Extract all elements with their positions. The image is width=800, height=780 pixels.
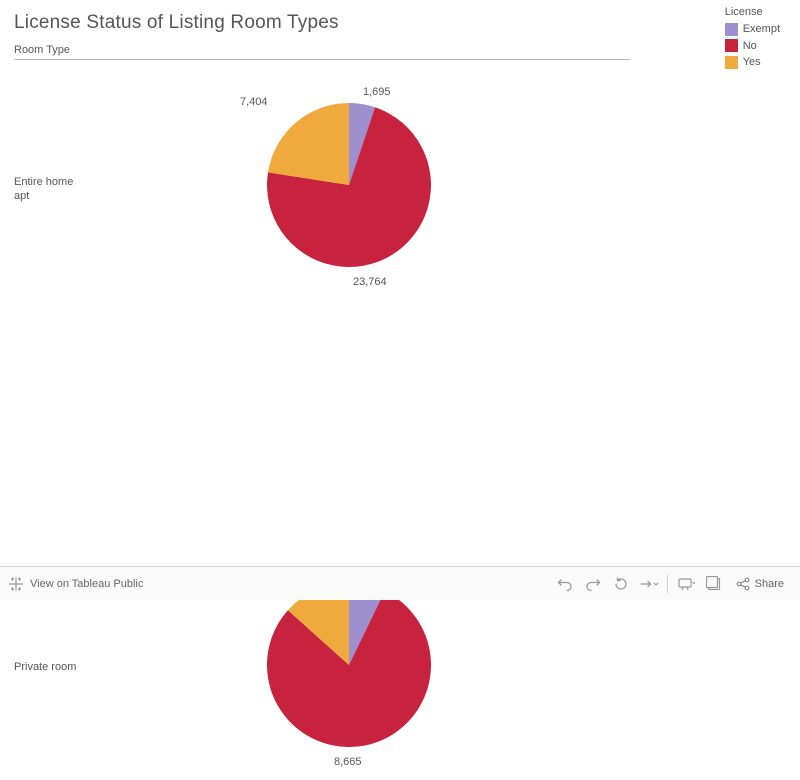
data-label-no: 8,665 [334, 756, 362, 768]
replay-button[interactable] [607, 570, 635, 598]
legend-item-exempt[interactable]: Exempt [725, 21, 780, 38]
swatch-yes [725, 56, 738, 69]
legend-item-no[interactable]: No [725, 38, 780, 55]
row-label: Entire home apt [14, 175, 73, 204]
row-label: Private room [14, 660, 76, 674]
presentation-mode-button[interactable] [672, 570, 700, 598]
pie-chart-0[interactable] [264, 100, 434, 270]
view-on-tableau-label: View on Tableau Public [30, 578, 143, 590]
page-title: License Status of Listing Room Types [14, 12, 339, 34]
share-label: Share [755, 578, 784, 590]
legend-label: Yes [743, 54, 761, 71]
subheader-label: Room Type [14, 44, 70, 56]
legend-title: License [725, 6, 780, 18]
view-on-tableau-link[interactable]: View on Tableau Public [8, 576, 143, 592]
undo-button[interactable] [551, 570, 579, 598]
toolbar: View on Tableau Public Share [0, 566, 800, 600]
share-icon [736, 577, 750, 591]
forward-menu-button[interactable] [635, 570, 663, 598]
toolbar-separator [667, 575, 668, 593]
data-label-yes: 7,404 [240, 96, 268, 108]
legend-label: Exempt [743, 21, 780, 38]
data-label-exempt: 1,695 [363, 86, 391, 98]
data-label-no: 23,764 [353, 276, 387, 288]
redo-button[interactable] [579, 570, 607, 598]
share-button[interactable]: Share [728, 570, 792, 598]
chart-area: Entire home apt 1,695 23,764 7,404 Priva… [14, 60, 630, 555]
legend-label: No [743, 38, 757, 55]
chart-row-0: Entire home apt 1,695 23,764 7,404 [14, 80, 630, 300]
swatch-no [725, 39, 738, 52]
legend-item-yes[interactable]: Yes [725, 54, 780, 71]
tableau-logo-icon [8, 576, 24, 592]
legend: License Exempt No Yes [725, 6, 780, 71]
pie-chart-1[interactable] [264, 580, 434, 750]
download-button[interactable] [700, 570, 728, 598]
swatch-exempt [725, 23, 738, 36]
